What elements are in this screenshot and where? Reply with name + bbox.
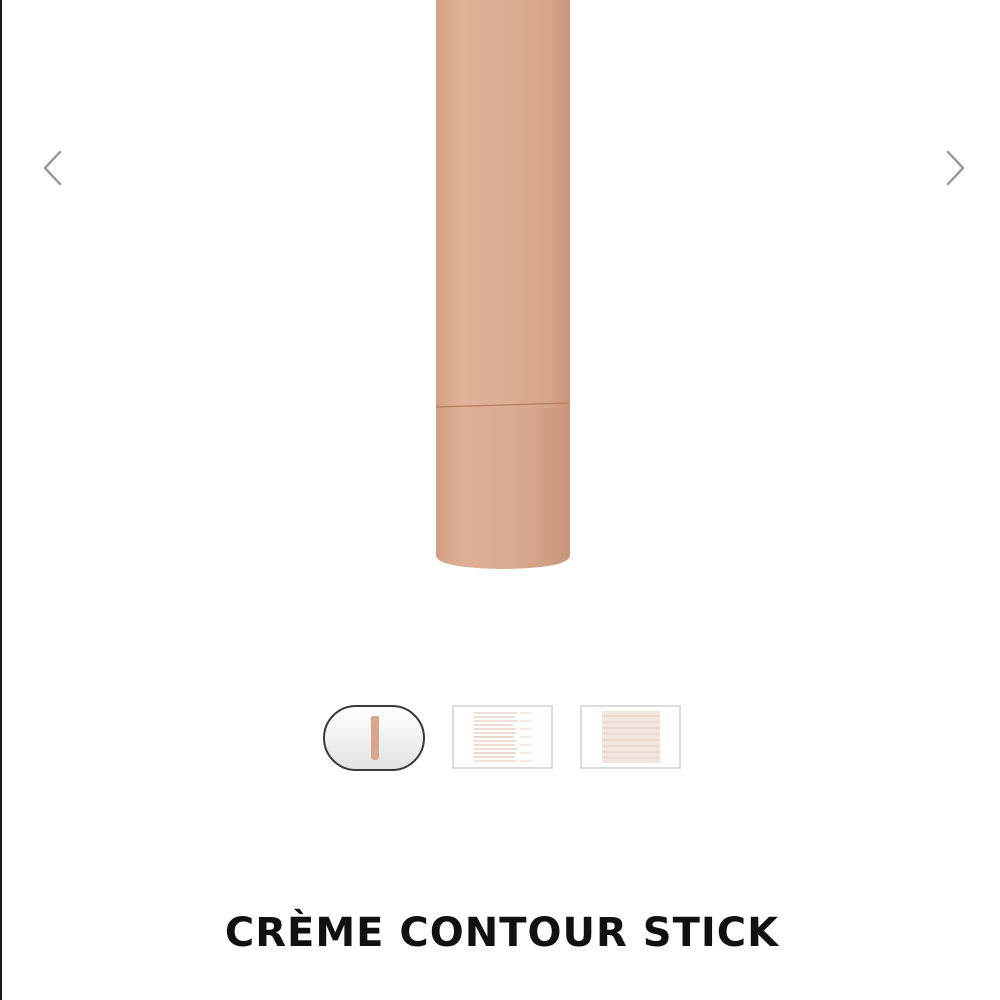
next-image-button[interactable] xyxy=(934,146,974,190)
thumbnail-swatches-blend[interactable] xyxy=(580,705,681,769)
chevron-left-icon xyxy=(43,150,62,186)
stick-cap xyxy=(436,408,570,569)
product-title: CRÈME CONTOUR STICK xyxy=(224,910,780,956)
thumbnail-strip xyxy=(2,705,1000,773)
stick-body xyxy=(436,0,570,410)
thumbnail-swatches-lines[interactable] xyxy=(452,705,553,769)
chevron-right-icon xyxy=(946,150,965,186)
thumbnail-stick-image xyxy=(371,716,379,760)
product-image-gallery xyxy=(2,0,1000,640)
product-image xyxy=(435,0,571,569)
previous-image-button[interactable] xyxy=(34,146,74,190)
thumbnail-product-stick[interactable] xyxy=(323,705,425,771)
product-page: CRÈME CONTOUR STICK xyxy=(0,0,1000,1000)
thumbnail-blend-image xyxy=(582,707,679,767)
thumbnail-swatch-image xyxy=(454,707,551,767)
